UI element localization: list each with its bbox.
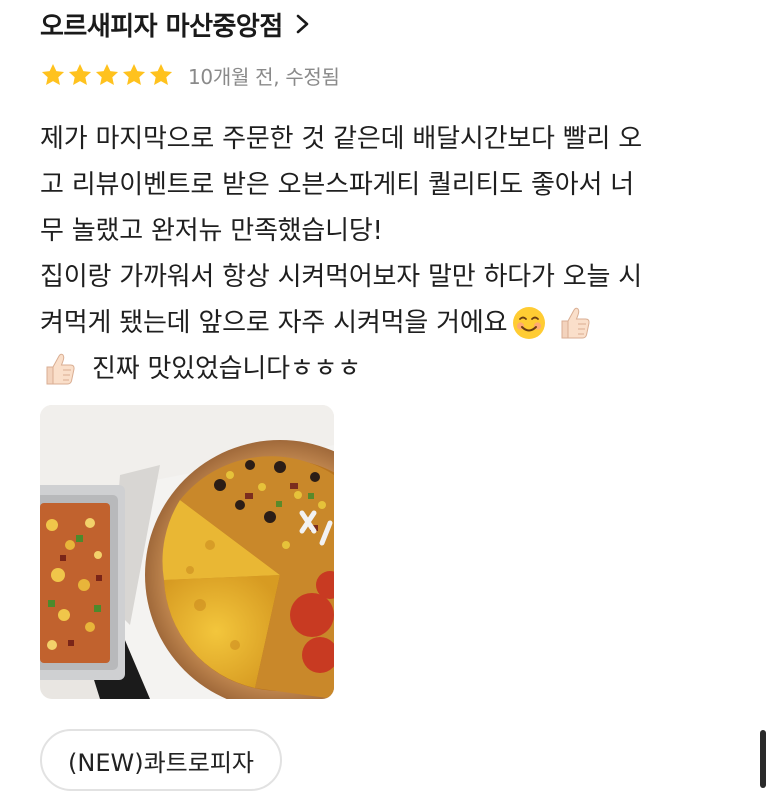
star-icon — [95, 63, 119, 85]
menu-item-chip[interactable]: (NEW)콰트로피자 — [40, 729, 282, 791]
review-line: 켜먹게 됐는데 앞으로 자주 시켜먹을 거에요 — [40, 300, 740, 346]
review-line: 무 놀랬고 완저뉴 만족했습니당! — [40, 216, 383, 246]
scrollbar-thumb[interactable] — [760, 730, 766, 788]
star-icon — [68, 63, 92, 85]
rating-row: 10개월 전, 수정됨 — [40, 58, 340, 92]
review-date-meta: 10개월 전, 수정됨 — [188, 64, 340, 89]
star-icon — [149, 63, 173, 85]
pizza-and-oven-spaghetti-photo — [40, 405, 334, 699]
menu-item-label: (NEW)콰트로피자 — [68, 748, 254, 777]
review-line: 집이랑 가까워서 항상 시켜먹어보자 말만 하다가 오늘 시 — [40, 262, 643, 292]
thumbs-up-emoji — [561, 307, 590, 339]
star-rating — [40, 62, 174, 88]
smiling-face-emoji — [513, 307, 546, 339]
review-text: 제가 마지막으로 주문한 것 같은데 배달시간보다 빨리 오 고 리뷰이벤트로 … — [40, 116, 740, 392]
review-line: 진짜 맛있었습니다ㅎㅎㅎ — [40, 346, 740, 392]
store-name-link[interactable]: 오르새피자 마산중앙점 — [40, 4, 313, 44]
review-line: 고 리뷰이벤트로 받은 오븐스파게티 퀄리티도 좋아서 너 — [40, 170, 634, 200]
store-name: 오르새피자 마산중앙점 — [40, 11, 283, 42]
thumbs-up-emoji — [46, 353, 75, 385]
star-icon — [122, 63, 146, 85]
star-icon — [41, 63, 65, 85]
review-photo[interactable] — [40, 405, 334, 699]
chevron-right-icon — [296, 14, 309, 34]
review-line: 제가 마지막으로 주문한 것 같은데 배달시간보다 빨리 오 — [40, 124, 643, 154]
